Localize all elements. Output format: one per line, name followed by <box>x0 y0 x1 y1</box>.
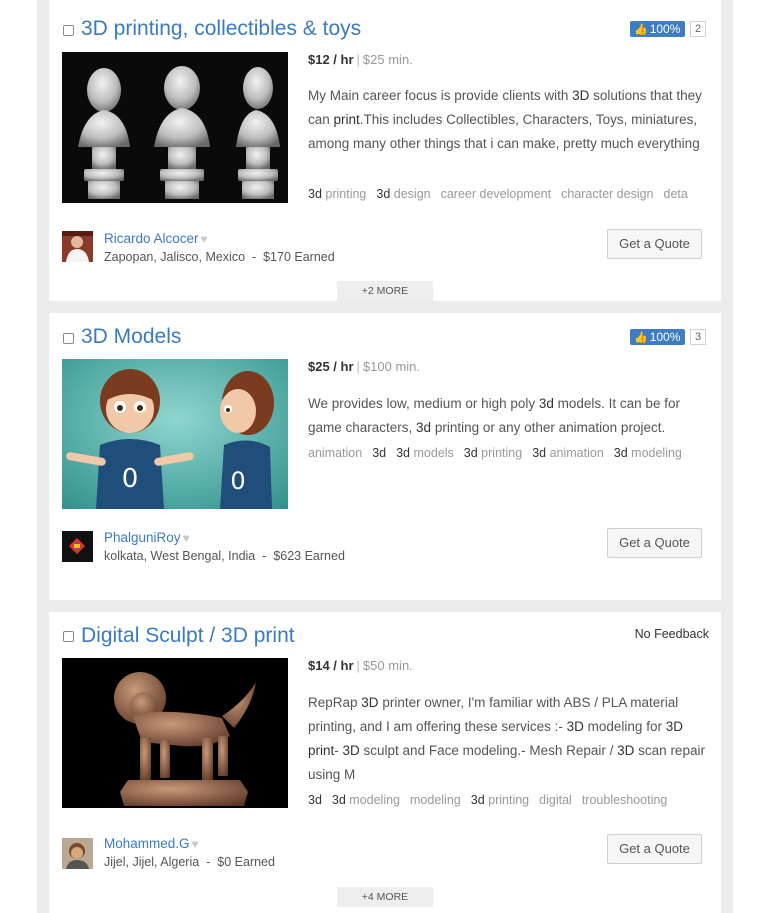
description-text: - <box>334 743 343 758</box>
minimum-rate: $25 min. <box>362 52 413 67</box>
keyword-highlight: 3d <box>416 420 432 435</box>
keyword-highlight: 3D <box>617 743 635 758</box>
skill-tags: 3d 3d modeling modeling 3d printing digital t… <box>308 793 708 807</box>
keyword-highlight: 3D <box>572 88 590 103</box>
keyword-highlight: print <box>333 112 360 127</box>
rating-badge: 👍 100% <box>630 21 686 37</box>
earned-amount: $170 Earned <box>263 250 335 264</box>
hourly-rate: $25 / hr <box>308 359 354 374</box>
skill-tag[interactable]: deta <box>664 187 688 201</box>
skill-tag[interactable]: animation <box>308 446 362 460</box>
listing-card: 3D Models 👍 100% 3 0 0 $25 / hr | $100 m… <box>49 313 721 600</box>
keyword-highlight: 3D <box>566 719 584 734</box>
avatar[interactable] <box>62 531 93 562</box>
user-name[interactable]: Ricardo Alcocer ♥ <box>104 231 208 246</box>
checkbox-icon[interactable] <box>63 25 74 36</box>
skill-tag[interactable]: 3d modeling <box>614 446 682 460</box>
user-location: kolkata, West Bengal, India - $623 Earne… <box>104 549 345 563</box>
listing-card: 3D printing, collectibles & toys 👍 100% 2 <box>49 0 721 301</box>
rate-info: $14 / hr | $50 min. <box>308 658 413 673</box>
thumbs-up-icon: 👍 <box>634 24 648 36</box>
description-text: modeling for <box>583 719 666 734</box>
description-text: sculpt and Face modeling.- Mesh Repair / <box>359 743 618 758</box>
skill-tag[interactable]: troubleshooting <box>582 793 667 807</box>
skill-tag[interactable]: 3d modeling <box>332 793 400 807</box>
skill-tag[interactable]: character design <box>561 187 653 201</box>
listing-title[interactable]: Digital Sculpt / 3D print <box>81 624 295 648</box>
description-text: We provides low, medium or high poly <box>308 396 539 411</box>
skill-tag[interactable]: 3d models <box>396 446 454 460</box>
earned-amount: $0 Earned <box>217 855 275 869</box>
skill-tag[interactable]: 3d <box>372 446 386 460</box>
review-count[interactable]: 2 <box>690 21 706 37</box>
listing-image[interactable]: 0 0 <box>62 359 288 509</box>
more-button[interactable]: +2 MORE <box>337 281 433 301</box>
feedback-status: No Feedback <box>634 627 709 641</box>
listing-card: Digital Sculpt / 3D print No Feedback $1… <box>49 612 721 913</box>
more-button[interactable]: +4 MORE <box>337 887 433 907</box>
heart-icon[interactable]: ♥ <box>201 232 208 246</box>
hourly-rate: $14 / hr <box>308 658 354 673</box>
cartoon-characters-illustration: 0 0 <box>62 359 288 509</box>
listing-description: RepRap 3D printer owner, I'm familiar wi… <box>308 691 708 787</box>
description-text: printing or any other animation project. <box>431 420 666 435</box>
svg-text:0: 0 <box>122 464 139 494</box>
user-name[interactable]: Mohammed.G ♥ <box>104 836 199 851</box>
checkbox-icon[interactable] <box>63 333 74 344</box>
description-text: My Main career focus is provide clients … <box>308 88 573 103</box>
skill-tag[interactable]: modeling <box>410 793 461 807</box>
minimum-rate: $100 min. <box>362 359 421 374</box>
heart-icon[interactable]: ♥ <box>183 531 190 545</box>
lion-sculpture-illustration <box>62 658 288 808</box>
skill-tag[interactable]: career development <box>441 187 551 201</box>
keyword-highlight: 3d <box>538 396 554 411</box>
skill-tags: 3d printing 3d design career development ch… <box>308 187 708 201</box>
keyword-highlight: 3D <box>342 743 360 758</box>
keyword-highlight: 3D <box>361 695 379 710</box>
rate-info: $25 / hr | $100 min. <box>308 359 421 374</box>
user-location: Zapopan, Jalisco, Mexico - $170 Earned <box>104 250 335 264</box>
heart-icon[interactable]: ♥ <box>192 837 199 851</box>
thumbs-up-icon: 👍 <box>634 332 648 344</box>
listing-title[interactable]: 3D Models <box>81 325 181 349</box>
listing-description: My Main career focus is provide clients … <box>308 84 708 156</box>
earned-amount: $623 Earned <box>273 549 345 563</box>
skill-tag[interactable]: digital <box>539 793 572 807</box>
skill-tag[interactable]: 3d design <box>376 187 430 201</box>
svg-text:0: 0 <box>230 467 245 495</box>
skill-tag[interactable]: 3d <box>308 793 322 807</box>
listing-image[interactable] <box>62 52 288 203</box>
rate-info: $12 / hr | $25 min. <box>308 52 413 67</box>
user-location: Jijel, Jijel, Algeria - $0 Earned <box>104 855 275 869</box>
review-count[interactable]: 3 <box>690 329 706 345</box>
listing-description: We provides low, medium or high poly 3d … <box>308 392 708 440</box>
skill-tag[interactable]: 3d printing <box>471 793 529 807</box>
get-quote-button[interactable]: Get a Quote <box>607 834 702 864</box>
avatar[interactable] <box>62 838 93 869</box>
minimum-rate: $50 min. <box>362 658 413 673</box>
user-name[interactable]: PhalguniRoy ♥ <box>104 530 190 545</box>
get-quote-button[interactable]: Get a Quote <box>607 528 702 558</box>
listing-title[interactable]: 3D printing, collectibles & toys <box>81 17 361 41</box>
description-text: RepRap <box>308 695 362 710</box>
get-quote-button[interactable]: Get a Quote <box>607 229 702 259</box>
checkbox-icon[interactable] <box>63 631 74 642</box>
rating-badge: 👍 100% <box>630 329 686 345</box>
busts-illustration <box>78 66 280 199</box>
skill-tag[interactable]: 3d printing <box>308 187 366 201</box>
skill-tags: animation 3d 3d models 3d printing 3d animat… <box>308 446 708 460</box>
listing-image[interactable] <box>62 658 288 808</box>
avatar[interactable] <box>62 231 93 262</box>
skill-tag[interactable]: 3d printing <box>464 446 522 460</box>
skill-tag[interactable]: 3d animation <box>532 446 604 460</box>
description-text: .This includes Collectibles, Characters,… <box>308 112 700 151</box>
hourly-rate: $12 / hr <box>308 52 354 67</box>
